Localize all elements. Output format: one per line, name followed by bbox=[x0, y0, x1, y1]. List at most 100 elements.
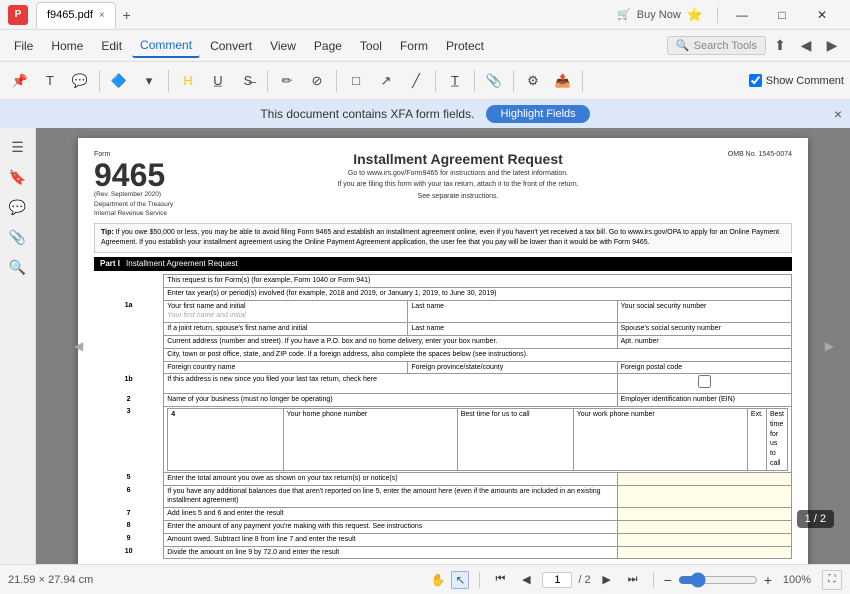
row10-field[interactable] bbox=[617, 546, 791, 559]
bottom-bar: 21.59 × 27.94 cm ✋ ↖ ⏮ ◀ / 2 ▶ ⏭ − + 100… bbox=[0, 564, 850, 594]
ext-label[interactable]: Ext. bbox=[747, 408, 766, 470]
foreign-province-label: Foreign province/state/county bbox=[411, 363, 613, 373]
row6-field[interactable] bbox=[617, 485, 791, 508]
maximize-button[interactable]: □ bbox=[762, 0, 802, 30]
shape-button[interactable]: □ bbox=[342, 67, 370, 95]
zoom-in-button[interactable]: + bbox=[764, 572, 772, 588]
panel-search-icon[interactable]: 🔍 bbox=[7, 256, 29, 278]
last-page-button[interactable]: ⏭ bbox=[623, 570, 643, 590]
menu-protect[interactable]: Protect bbox=[438, 35, 492, 57]
last-name-cell[interactable]: Last name bbox=[408, 300, 617, 323]
attach-button[interactable]: 📎 bbox=[480, 67, 508, 95]
draw-button[interactable]: ✏ bbox=[273, 67, 301, 95]
show-comment-checkbox[interactable] bbox=[749, 74, 762, 87]
spouse-ssn-cell[interactable]: Spouse's social security number bbox=[617, 323, 791, 336]
close-button[interactable]: ✕ bbox=[802, 0, 842, 30]
best-time-label[interactable]: Best time for us to call bbox=[457, 408, 573, 470]
left-scroll-arrow[interactable]: ◀ bbox=[74, 339, 83, 353]
address-cell[interactable]: Current address (number and street). If … bbox=[164, 336, 617, 349]
zoom-out-button[interactable]: − bbox=[664, 572, 672, 588]
callout-button[interactable]: 💬 bbox=[66, 67, 94, 95]
stamp-button[interactable]: 🔷 bbox=[105, 67, 133, 95]
foreign-country-cell[interactable]: Foreign country name bbox=[164, 361, 408, 374]
export-button[interactable]: 📤 bbox=[549, 67, 577, 95]
manage-button[interactable]: ⚙ bbox=[519, 67, 547, 95]
row7-field[interactable] bbox=[617, 508, 791, 521]
stamp-dropdown[interactable]: ▾ bbox=[135, 67, 163, 95]
new-tab-button[interactable]: + bbox=[116, 4, 138, 26]
ein-cell[interactable]: Employer identification number (EIN) bbox=[617, 394, 791, 407]
new-address-checkbox-cell[interactable] bbox=[617, 374, 791, 394]
table-row: 1a Your first name and initial Your firs… bbox=[94, 300, 792, 323]
apt-cell[interactable]: Apt. number bbox=[617, 336, 791, 349]
panel-nav-icon[interactable]: ☰ bbox=[7, 136, 29, 158]
foreign-postal-cell[interactable]: Foreign postal code bbox=[617, 361, 791, 374]
search-tools-field[interactable]: 🔍 Search Tools bbox=[667, 36, 766, 55]
joint-last-label: Last name bbox=[411, 324, 613, 334]
ssn-cell[interactable]: Your social security number bbox=[617, 300, 791, 323]
menu-comment[interactable]: Comment bbox=[132, 34, 200, 58]
zoom-level-label: 100% bbox=[778, 574, 816, 586]
menu-form[interactable]: Form bbox=[392, 35, 436, 57]
foreign-province-cell[interactable]: Foreign province/state/county bbox=[408, 361, 617, 374]
omb-number: OMB No. 1545-0074 bbox=[662, 150, 792, 159]
business-name-cell[interactable]: Name of your business (must no longer be… bbox=[164, 394, 617, 407]
menu-home[interactable]: Home bbox=[43, 35, 91, 57]
document-tab[interactable]: f9465.pdf × bbox=[36, 2, 116, 28]
fit-page-button[interactable]: ⛶ bbox=[822, 570, 842, 590]
prev-page-button[interactable]: ◀ bbox=[516, 570, 536, 590]
line-button[interactable]: ╱ bbox=[402, 67, 430, 95]
row8-field[interactable] bbox=[617, 520, 791, 533]
menu-page[interactable]: Page bbox=[306, 35, 350, 57]
joint-first-cell[interactable]: If a joint return, spouse's first name a… bbox=[164, 323, 408, 336]
tab-close-button[interactable]: × bbox=[99, 10, 105, 21]
row10-label-cell: Divide the amount on line 9 by 72.0 and … bbox=[164, 546, 617, 559]
work-phone-label[interactable]: Your work phone number bbox=[573, 408, 747, 470]
menu-edit[interactable]: Edit bbox=[93, 35, 130, 57]
highlight-fields-button[interactable]: Highlight Fields bbox=[486, 105, 589, 123]
row-6: 6 bbox=[94, 485, 164, 508]
erase-button[interactable]: ⊘ bbox=[303, 67, 331, 95]
panel-attachment-icon[interactable]: 📎 bbox=[7, 226, 29, 248]
city-cell[interactable]: City, town or post office, state, and ZI… bbox=[164, 348, 792, 361]
row-num bbox=[94, 361, 164, 374]
highlight-button[interactable]: H bbox=[174, 67, 202, 95]
strikeout-button[interactable]: S̶ bbox=[234, 67, 262, 95]
panel-comment-icon[interactable]: 💬 bbox=[7, 196, 29, 218]
nav-forward-button[interactable]: ▶ bbox=[820, 34, 844, 58]
panel-bookmark-icon[interactable]: 🔖 bbox=[7, 166, 29, 188]
minimize-button[interactable]: — bbox=[722, 0, 762, 30]
underline-button[interactable]: U̲ bbox=[204, 67, 232, 95]
right-scroll-arrow[interactable]: ▶ bbox=[825, 339, 834, 353]
row5-field[interactable] bbox=[617, 472, 791, 485]
show-comment-area: Show Comment bbox=[749, 74, 844, 87]
first-name-cell[interactable]: Your first name and initial Your first n… bbox=[164, 300, 408, 323]
main-area: ☰ 🔖 💬 📎 🔍 Form 9465 (Rev. September 2020… bbox=[0, 128, 850, 564]
home-phone-label[interactable]: Your home phone number bbox=[283, 408, 457, 470]
hand-tool-button[interactable]: ✋ bbox=[429, 571, 447, 589]
select-tool-button[interactable]: ↖ bbox=[451, 571, 469, 589]
first-page-button[interactable]: ⏮ bbox=[490, 570, 510, 590]
buy-now-label[interactable]: Buy Now bbox=[637, 9, 681, 21]
zoom-slider[interactable] bbox=[678, 572, 758, 588]
next-page-button[interactable]: ▶ bbox=[597, 570, 617, 590]
nav-back-button[interactable]: ◀ bbox=[794, 34, 818, 58]
part-header: Part I Installment Agreement Request bbox=[94, 257, 792, 271]
joint-last-cell[interactable]: Last name bbox=[408, 323, 617, 336]
page-number-input[interactable] bbox=[542, 572, 572, 588]
tip-text: If you owe $50,000 or less, you may be a… bbox=[101, 229, 779, 246]
row9-field[interactable] bbox=[617, 533, 791, 546]
arrow-button[interactable]: ↗ bbox=[372, 67, 400, 95]
share-button[interactable]: ⬆ bbox=[768, 34, 792, 58]
menu-tool[interactable]: Tool bbox=[352, 35, 390, 57]
text-field-button[interactable]: T̲ bbox=[441, 67, 469, 95]
best-time2-label[interactable]: Best time for us to call bbox=[766, 408, 787, 470]
table-row: 8 Enter the amount of any payment you're… bbox=[94, 520, 792, 533]
new-address-checkbox[interactable] bbox=[698, 375, 711, 388]
text-comment-button[interactable]: T bbox=[36, 67, 64, 95]
sticky-note-button[interactable]: 📌 bbox=[6, 67, 34, 95]
xfa-close-button[interactable]: × bbox=[834, 106, 842, 122]
menu-file[interactable]: File bbox=[6, 35, 41, 57]
menu-view[interactable]: View bbox=[262, 35, 304, 57]
menu-convert[interactable]: Convert bbox=[202, 35, 260, 57]
